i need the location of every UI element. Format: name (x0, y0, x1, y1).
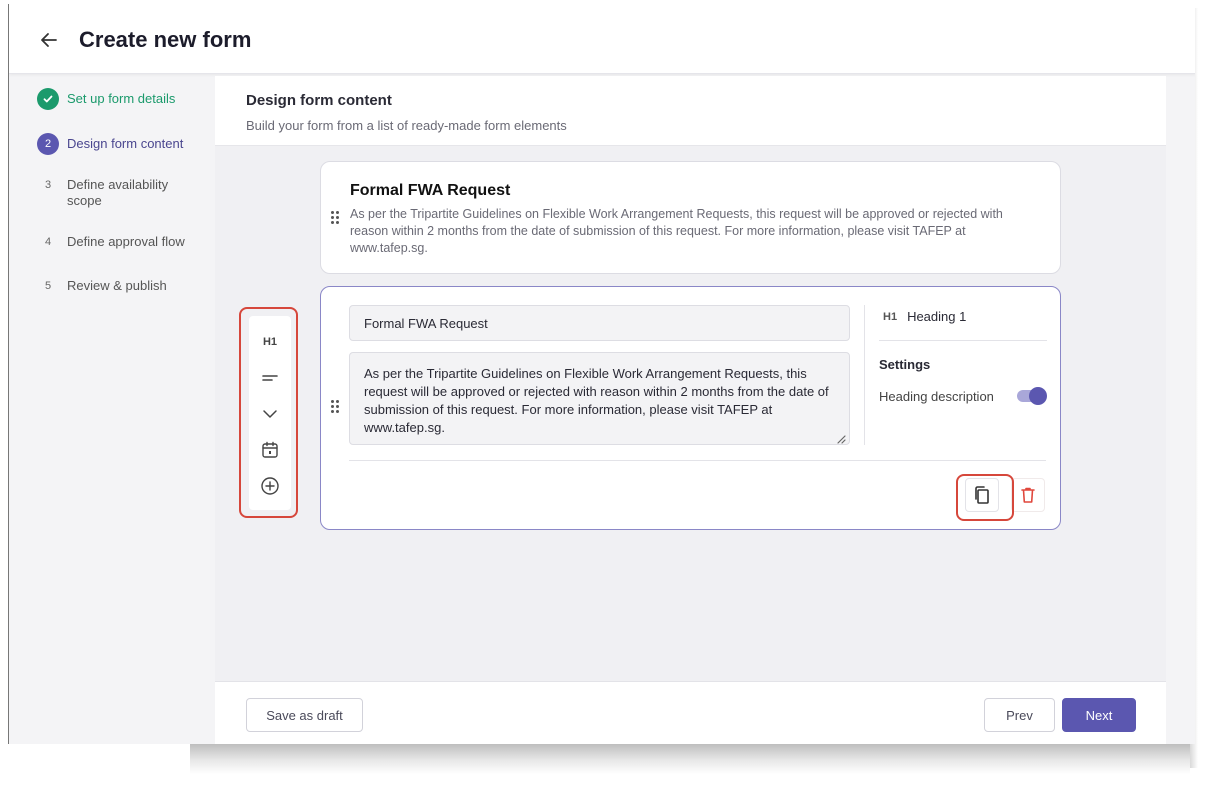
step-label: Set up form details (67, 91, 176, 106)
step-number: 3 (44, 179, 52, 191)
section-subtitle: Build your form from a list of ready-mad… (246, 118, 567, 133)
element-settings: H1 Heading 1 Settings Heading descriptio… (864, 305, 1047, 445)
divider (349, 460, 1046, 461)
element-type-label: Heading 1 (907, 309, 967, 324)
settings-title: Settings (879, 357, 931, 372)
step-label: Define approval flow (67, 234, 185, 249)
step-label: Review & publish (67, 278, 167, 293)
prev-button[interactable]: Prev (984, 698, 1055, 732)
drag-handle-icon[interactable] (331, 400, 341, 416)
calendar-icon[interactable] (256, 436, 284, 464)
heading-tag: H1 (883, 310, 898, 323)
step-number: 5 (44, 280, 52, 292)
copy-icon (975, 486, 989, 504)
heading-icon[interactable]: H1 (256, 328, 284, 356)
step-define-approval-flow[interactable]: 4 Define approval flow (37, 231, 197, 253)
app-window: Create new form Set up form details 2 De… (8, 4, 1195, 744)
toggle-knob (1029, 387, 1047, 405)
description-text: As per the Tripartite Guidelines on Flex… (364, 366, 829, 435)
form-header-card[interactable]: Formal FWA Request As per the Tripartite… (320, 161, 1061, 274)
step-define-availability-scope[interactable]: 3 Define availability scope (37, 174, 197, 209)
step-review-publish[interactable]: 5 Review & publish (37, 275, 197, 297)
divider (879, 340, 1047, 341)
heading-title-input[interactable]: Formal FWA Request (349, 305, 850, 341)
page-title: Create new form (79, 27, 252, 52)
drag-handle-icon[interactable] (331, 211, 341, 227)
resize-handle-icon[interactable] (836, 431, 846, 444)
form-description: As per the Tripartite Guidelines on Flex… (350, 207, 1003, 255)
delete-button[interactable] (1011, 478, 1045, 512)
step-number: 2 (37, 133, 59, 155)
step-design-form-content[interactable]: 2 Design form content (37, 133, 197, 155)
add-icon[interactable] (256, 472, 284, 500)
trash-icon (1021, 487, 1035, 503)
step-number: 4 (44, 236, 52, 248)
form-title: Formal FWA Request (350, 182, 511, 199)
step-label: Define availability scope (67, 177, 169, 208)
section-header: Design form content Build your form from… (215, 76, 1166, 146)
element-type: H1 Heading 1 (883, 309, 966, 324)
section-title: Design form content (246, 92, 392, 109)
next-button[interactable]: Next (1062, 698, 1136, 732)
element-toolbar: H1 (249, 316, 291, 510)
dropdown-icon[interactable] (256, 400, 284, 428)
page-header: Create new form (9, 4, 1195, 74)
toggle-label: Heading description (879, 389, 994, 404)
back-arrow-icon[interactable] (37, 28, 61, 52)
window-shadow (190, 742, 1190, 774)
check-icon (37, 88, 59, 110)
heading-element-card[interactable]: Formal FWA Request As per the Tripartite… (320, 286, 1061, 530)
heading-tag: H1 (262, 336, 278, 348)
step-set-up-form-details[interactable]: Set up form details (37, 88, 197, 110)
save-draft-button[interactable]: Save as draft (246, 698, 363, 732)
main-panel: Design form content Build your form from… (215, 76, 1166, 744)
heading-description-toggle[interactable] (1015, 387, 1047, 405)
page-footer: Save as draft Prev Next (215, 681, 1166, 744)
duplicate-button[interactable] (965, 478, 999, 512)
step-label: Design form content (67, 136, 184, 151)
paragraph-icon[interactable] (256, 364, 284, 392)
heading-description-textarea[interactable]: As per the Tripartite Guidelines on Flex… (349, 352, 850, 445)
